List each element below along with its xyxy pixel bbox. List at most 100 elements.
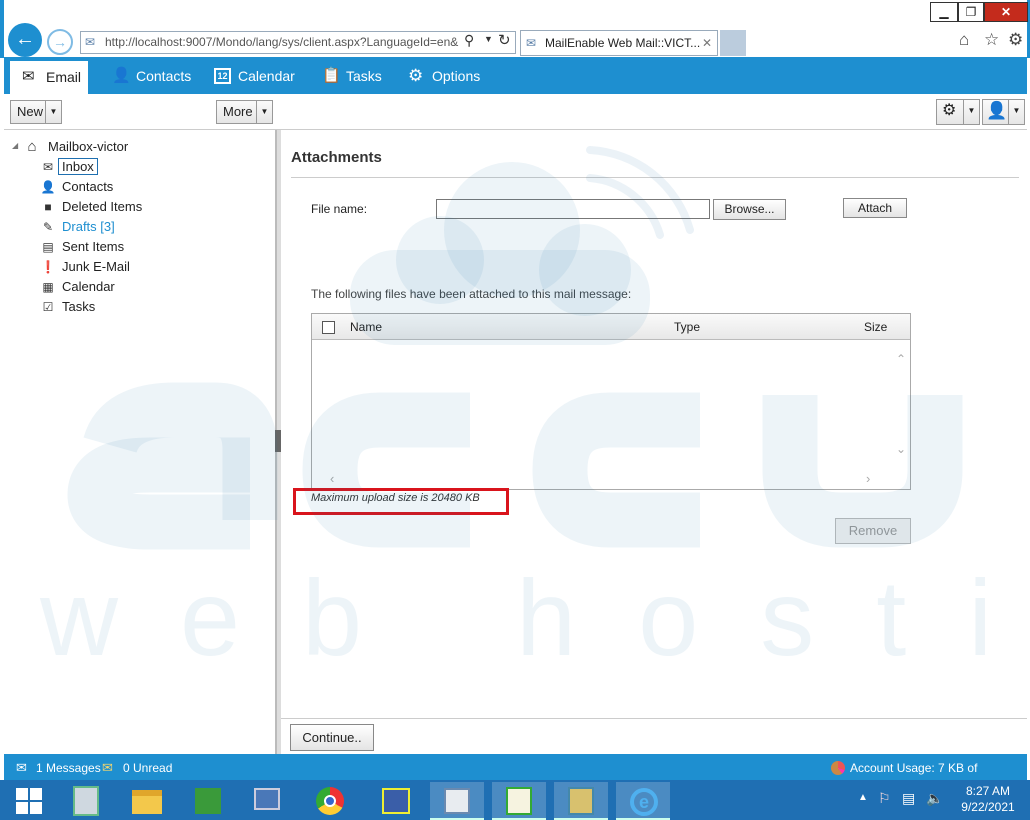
sidebar-item-junk[interactable]: ❗ Junk E-Mail (40, 257, 130, 277)
sidebar-item-label: Sent Items (62, 239, 125, 254)
clock-date: 9/22/2021 (961, 800, 1015, 814)
address-bar[interactable]: ✉ http://localhost:9007/Mondo/lang/sys/c… (80, 31, 516, 54)
show-hidden-icons[interactable]: ▲ (858, 792, 868, 803)
file-explorer-icon[interactable] (120, 782, 174, 820)
sidebar-item-drafts[interactable]: ✎ Drafts [3] (40, 217, 115, 237)
person-icon: 👤 (40, 180, 56, 194)
attached-files-caption: The following files have been attached t… (311, 287, 632, 301)
tab-close-icon[interactable]: ✕ (702, 31, 712, 55)
scroll-up-icon[interactable]: ⌃ (896, 352, 906, 366)
select-all-checkbox[interactable] (322, 321, 335, 334)
chevron-down-icon[interactable]: ▼ (45, 101, 61, 123)
refresh-icon[interactable]: ↻ (498, 31, 511, 49)
dropdown-icon[interactable]: ▼ (484, 34, 493, 44)
tab-options[interactable]: ⚙ Options (402, 57, 480, 94)
max-upload-note: Maximum upload size is 20480 KB (311, 492, 480, 504)
server-tools-icon[interactable] (554, 782, 608, 820)
home-icon: ⌂ (27, 138, 37, 155)
minimize-button[interactable]: ▁ (930, 2, 958, 22)
more-button[interactable]: More ▼ (216, 100, 273, 124)
sidebar-item-calendar[interactable]: ▦ Calendar (40, 277, 114, 297)
sidebar-item-label: Deleted Items (62, 199, 143, 214)
new-tab-button[interactable] (720, 30, 746, 56)
new-button[interactable]: New ▼ (10, 100, 62, 124)
forward-arrow-icon: → (53, 34, 67, 50)
forward-button[interactable]: → (47, 29, 73, 55)
usage-pie-icon (831, 761, 845, 775)
chevron-down-icon[interactable]: ▼ (256, 101, 272, 123)
settings-menu-button[interactable]: ⚙ ▼ (936, 99, 980, 125)
scroll-right-icon[interactable]: › (866, 471, 870, 486)
tab-contacts[interactable]: 👤 Contacts (106, 57, 191, 94)
continue-button[interactable]: Continue.. (290, 724, 374, 751)
unread-envelope-icon: ✉ (102, 760, 113, 775)
store-icon[interactable] (180, 782, 234, 820)
page-title: Attachments (291, 149, 382, 166)
mailbox-root[interactable]: ⌂ Mailbox-victor (24, 137, 128, 157)
file-name-input[interactable] (436, 199, 710, 219)
column-size[interactable]: Size (864, 314, 887, 340)
attachments-table: Name Type Size ⌃ ⌄ ‹ › (311, 313, 911, 490)
attach-button[interactable]: Attach (843, 198, 907, 218)
chevron-down-icon[interactable]: ▼ (963, 100, 979, 124)
tab-contacts-label: Contacts (136, 68, 192, 84)
tab-email-label: Email (46, 69, 82, 85)
envelope-icon: ✉ (42, 160, 54, 174)
browser-tab[interactable]: ✉ MailEnable Web Mail::VICT... ✕ (520, 30, 718, 56)
folder-sidebar: ◢ ⌂ Mailbox-victor ✉ Inbox 👤 Contacts ■ … (4, 130, 276, 754)
browser-chrome: ← → ✉ http://localhost:9007/Mondo/lang/s… (0, 0, 1030, 58)
volume-icon[interactable]: 🔈 (926, 790, 943, 807)
remote-desktop-icon[interactable] (370, 782, 424, 820)
action-center-icon[interactable]: ⚐ (878, 790, 891, 807)
page-icon: ✉ (85, 35, 96, 49)
scroll-left-icon[interactable]: ‹ (330, 471, 334, 486)
user-menu-button[interactable]: 👤 ▼ (982, 99, 1025, 125)
favorites-icon[interactable]: ☆ (984, 30, 999, 50)
close-window-button[interactable]: ✕ (984, 2, 1028, 22)
scroll-down-icon[interactable]: ⌄ (896, 442, 906, 456)
table-header: Name Type Size (312, 314, 910, 340)
person-icon: 👤 (112, 67, 131, 84)
column-name[interactable]: Name (350, 314, 382, 340)
network-tray-icon[interactable]: ▤ (902, 790, 915, 807)
trash-icon: ■ (44, 200, 52, 214)
sidebar-item-sent-items[interactable]: ▤ Sent Items (40, 237, 124, 257)
tab-tasks[interactable]: 📋 Tasks (318, 57, 382, 94)
sidebar-item-inbox[interactable]: ✉ Inbox (40, 157, 98, 177)
internet-explorer-icon[interactable]: e (616, 782, 670, 820)
envelope-icon: ✉ (22, 68, 35, 85)
chart-app-icon[interactable] (492, 782, 546, 820)
column-type[interactable]: Type (674, 314, 700, 340)
server-manager-icon[interactable] (60, 782, 114, 820)
start-button[interactable] (4, 782, 54, 820)
tab-calendar[interactable]: 12 Calendar (210, 57, 295, 94)
sidebar-item-contacts[interactable]: 👤 Contacts (40, 177, 114, 197)
mail-server-icon[interactable] (430, 782, 484, 820)
settings-gear-icon[interactable]: ⚙ (1008, 30, 1023, 50)
toolbar: New ▼ More ▼ ⚙ ▼ 👤 ▼ (4, 94, 1027, 130)
sidebar-item-label: Tasks (62, 299, 96, 314)
chevron-down-icon[interactable]: ▼ (1008, 100, 1024, 124)
avatar: 👤 (986, 101, 1008, 120)
browse-button[interactable]: Browse... (713, 199, 786, 220)
tab-email[interactable]: ✉ Email (10, 61, 88, 94)
sidebar-item-tasks[interactable]: ☑ Tasks (40, 297, 96, 317)
sidebar-item-deleted-items[interactable]: ■ Deleted Items (40, 197, 142, 217)
tab-title: MailEnable Web Mail::VICT... (545, 36, 701, 50)
warning-icon: ❗ (40, 260, 56, 274)
search-icon[interactable]: ⚲ (464, 32, 474, 49)
tab-tasks-label: Tasks (346, 68, 382, 84)
sidebar-item-label: Drafts [3] (62, 219, 115, 234)
new-label: New (17, 104, 44, 119)
home-icon[interactable]: ⌂ (959, 30, 969, 50)
messages-count: 1 Messages (36, 761, 101, 775)
maximize-button[interactable]: ❐ (958, 2, 984, 22)
collapse-triangle-icon[interactable]: ◢ (12, 141, 18, 150)
remove-button[interactable]: Remove (835, 518, 911, 544)
clock[interactable]: 8:27 AM 9/22/2021 (950, 783, 1026, 815)
back-button[interactable]: ← (8, 23, 42, 57)
clipboard-icon: ☑ (42, 300, 54, 314)
tab-options-label: Options (432, 68, 481, 84)
chrome-icon[interactable] (300, 782, 354, 820)
network-computer-icon[interactable] (240, 782, 294, 820)
